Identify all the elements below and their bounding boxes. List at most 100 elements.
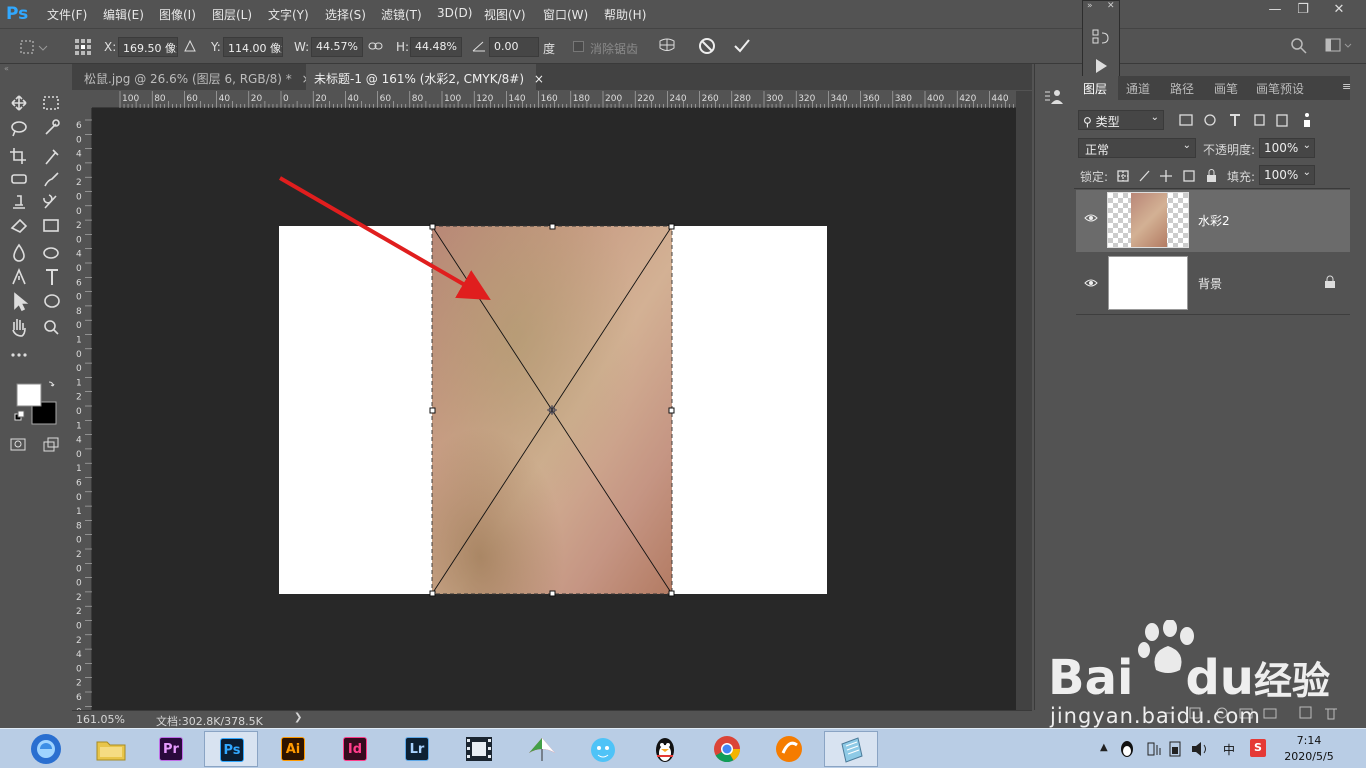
ruler-label: 0 (76, 364, 82, 374)
tab-squirrel[interactable]: 松鼠.jpg @ 26.6% (图层 6, RGB/8) * × (76, 64, 312, 90)
transform-tool-icon[interactable] (18, 37, 48, 57)
play-action-icon[interactable] (1093, 57, 1109, 75)
cancel-transform-icon[interactable] (697, 36, 717, 56)
warp-icon[interactable] (656, 36, 678, 58)
menu-help[interactable]: 帮助(H) (604, 6, 646, 23)
tab-close-icon[interactable]: × (534, 72, 544, 86)
close-panel-icon[interactable]: ✕ (1107, 1, 1115, 11)
ruler-label: 4 (76, 436, 82, 446)
ruler-origin[interactable] (72, 91, 92, 108)
link-icon[interactable] (368, 39, 384, 53)
vertical-scrollbar[interactable] (1016, 91, 1032, 712)
tab-brush-presets[interactable]: 画笔预设 (1256, 80, 1304, 97)
vertical-ruler[interactable]: 6 0 4 0 2 0 0 2 0 4 0 6 0 8 0 1 0 0 1 2 0 1 4 0 1 6 0 1 8 0 2 0 0 2 2 0 2 4 0 2… (72, 108, 92, 712)
tray-icons[interactable] (1118, 739, 1240, 759)
menu-image[interactable]: 图像(I) (159, 6, 196, 23)
minimize-button[interactable]: — (1262, 2, 1288, 20)
antialias-checkbox[interactable] (573, 41, 584, 52)
height-field[interactable]: 44.48% (410, 37, 462, 57)
tab-channels[interactable]: 通道 (1126, 80, 1150, 97)
tab-brushes[interactable]: 画笔 (1214, 80, 1238, 97)
menu-filter[interactable]: 滤镜(T) (381, 6, 422, 23)
menu-3d[interactable]: 3D(D) (437, 6, 472, 20)
ime-indicator[interactable]: 中 (1223, 741, 1235, 758)
menu-type[interactable]: 文字(Y) (268, 6, 309, 23)
ruler-label: 6 (76, 278, 82, 288)
menu-edit[interactable]: 编辑(E) (103, 6, 144, 23)
collapse-tools-icon[interactable]: « (4, 64, 64, 73)
close-button[interactable]: ✕ (1326, 2, 1352, 20)
windows-taskbar: Pr Ps Ai Id Lr ▲ 中 S (0, 728, 1366, 768)
system-clock[interactable]: 7:14 2020/5/5 (1284, 733, 1334, 765)
visibility-eye-icon[interactable] (1084, 277, 1098, 289)
tab-paths[interactable]: 路径 (1170, 80, 1194, 97)
canvas-workspace[interactable] (92, 108, 1016, 712)
ruler-label: 2 (76, 221, 82, 231)
watermark-url: jingyan.baidu.com (1050, 704, 1261, 728)
menu-window[interactable]: 窗口(W) (543, 6, 588, 23)
ruler-label: 0 (76, 536, 82, 546)
zoom-level[interactable]: 161.05% (76, 713, 125, 726)
lock-icons[interactable] (1116, 168, 1220, 184)
tray-expand-icon[interactable]: ▲ (1100, 742, 1108, 753)
taskbar-premiere[interactable]: Pr (144, 731, 198, 767)
width-field[interactable]: 44.57% (311, 37, 363, 57)
horizontal-ruler[interactable]: 100 80 60 40 20 0 20 40 60 80 100 120 140 160 180 200 22… (92, 91, 1016, 108)
ruler-label: 40 (347, 94, 359, 104)
taskbar-illustrator[interactable]: Ai (266, 731, 320, 767)
status-menu-arrow[interactable]: ❯ (294, 712, 302, 723)
taskbar-qq[interactable] (638, 731, 692, 767)
properties-panel-icon[interactable] (1043, 88, 1065, 106)
layer-filter-icons[interactable] (1178, 112, 1314, 128)
workspace-icon[interactable] (1325, 37, 1355, 55)
ruler-label: 2 (76, 178, 82, 188)
delta-icon[interactable] (184, 39, 196, 53)
taskbar-chrome[interactable] (700, 731, 754, 767)
taskbar-indesign[interactable]: Id (328, 731, 382, 767)
start-button[interactable] (26, 731, 66, 767)
taskbar-video-app[interactable] (452, 731, 506, 767)
taskbar-explorer[interactable] (84, 731, 138, 767)
menu-view[interactable]: 视图(V) (484, 6, 526, 23)
tool-icons[interactable] (0, 90, 72, 480)
ruler-label: 2 (76, 607, 82, 617)
menu-file[interactable]: 文件(F) (47, 6, 87, 23)
taskbar-lightroom[interactable]: Lr (390, 731, 444, 767)
clock-time: 7:14 (1296, 734, 1322, 747)
taskbar-umbrella-app[interactable] (514, 731, 568, 767)
document-canvas[interactable] (92, 108, 1016, 712)
panel-menu-icon[interactable]: ≡ (1342, 80, 1351, 93)
expand-icon[interactable]: » (1087, 1, 1093, 11)
document-tab-bar: 松鼠.jpg @ 26.6% (图层 6, RGB/8) * × 未标题-1 @… (72, 64, 1032, 90)
tab-layers[interactable]: 图层 (1083, 80, 1107, 97)
opacity-field[interactable]: 100% ⌄ (1259, 138, 1315, 158)
ruler-label: 0 (283, 94, 289, 104)
fill-field[interactable]: 100% ⌄ (1259, 165, 1315, 185)
layer-row-background[interactable]: 背景 (1076, 253, 1350, 315)
tab-untitled[interactable]: 未标题-1 @ 161% (水彩2, CMYK/8#) × (306, 64, 544, 90)
ruler-label: 100 (444, 94, 461, 104)
ruler-label: 0 (76, 135, 82, 145)
ruler-label: 2 (76, 393, 82, 403)
rotate-angle-field[interactable]: 0.00 (489, 37, 539, 57)
commit-transform-icon[interactable] (732, 36, 752, 56)
taskbar-chat-app[interactable] (576, 731, 630, 767)
menu-select[interactable]: 选择(S) (325, 6, 366, 23)
visibility-eye-icon[interactable] (1084, 212, 1098, 224)
y-field[interactable]: 114.00 像素 (223, 37, 283, 57)
history-icon[interactable] (1091, 27, 1111, 47)
reference-point-icon[interactable] (73, 37, 93, 57)
sogou-ime-icon[interactable]: S (1250, 739, 1266, 757)
search-icon[interactable] (1290, 37, 1308, 55)
taskbar-photoshop[interactable]: Ps (204, 731, 258, 767)
layer-row-watercolor[interactable]: 水彩2 (1076, 190, 1350, 252)
w-label: W: (294, 40, 310, 54)
restore-button[interactable]: ❐ (1290, 2, 1316, 20)
taskbar-media-player[interactable] (762, 731, 816, 767)
chevron-down-icon: ⌄ (1302, 167, 1311, 178)
taskbar-notes[interactable] (824, 731, 878, 767)
blend-mode-select[interactable]: 正常 ⌄ (1078, 138, 1196, 158)
filter-kind-select[interactable]: ⚲ 类型 ⌄ (1078, 110, 1164, 130)
menu-layer[interactable]: 图层(L) (212, 6, 252, 23)
x-field[interactable]: 169.50 像素 (118, 37, 178, 57)
